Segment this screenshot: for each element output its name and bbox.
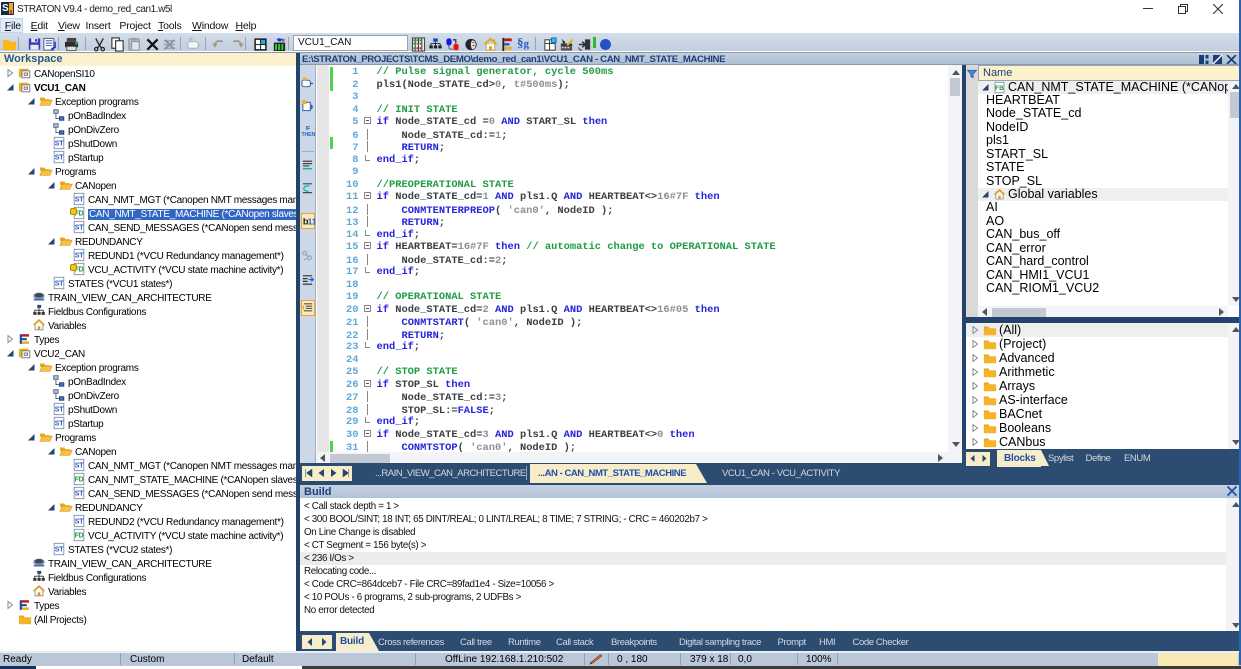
svg-text:11: 11 — [308, 217, 315, 227]
